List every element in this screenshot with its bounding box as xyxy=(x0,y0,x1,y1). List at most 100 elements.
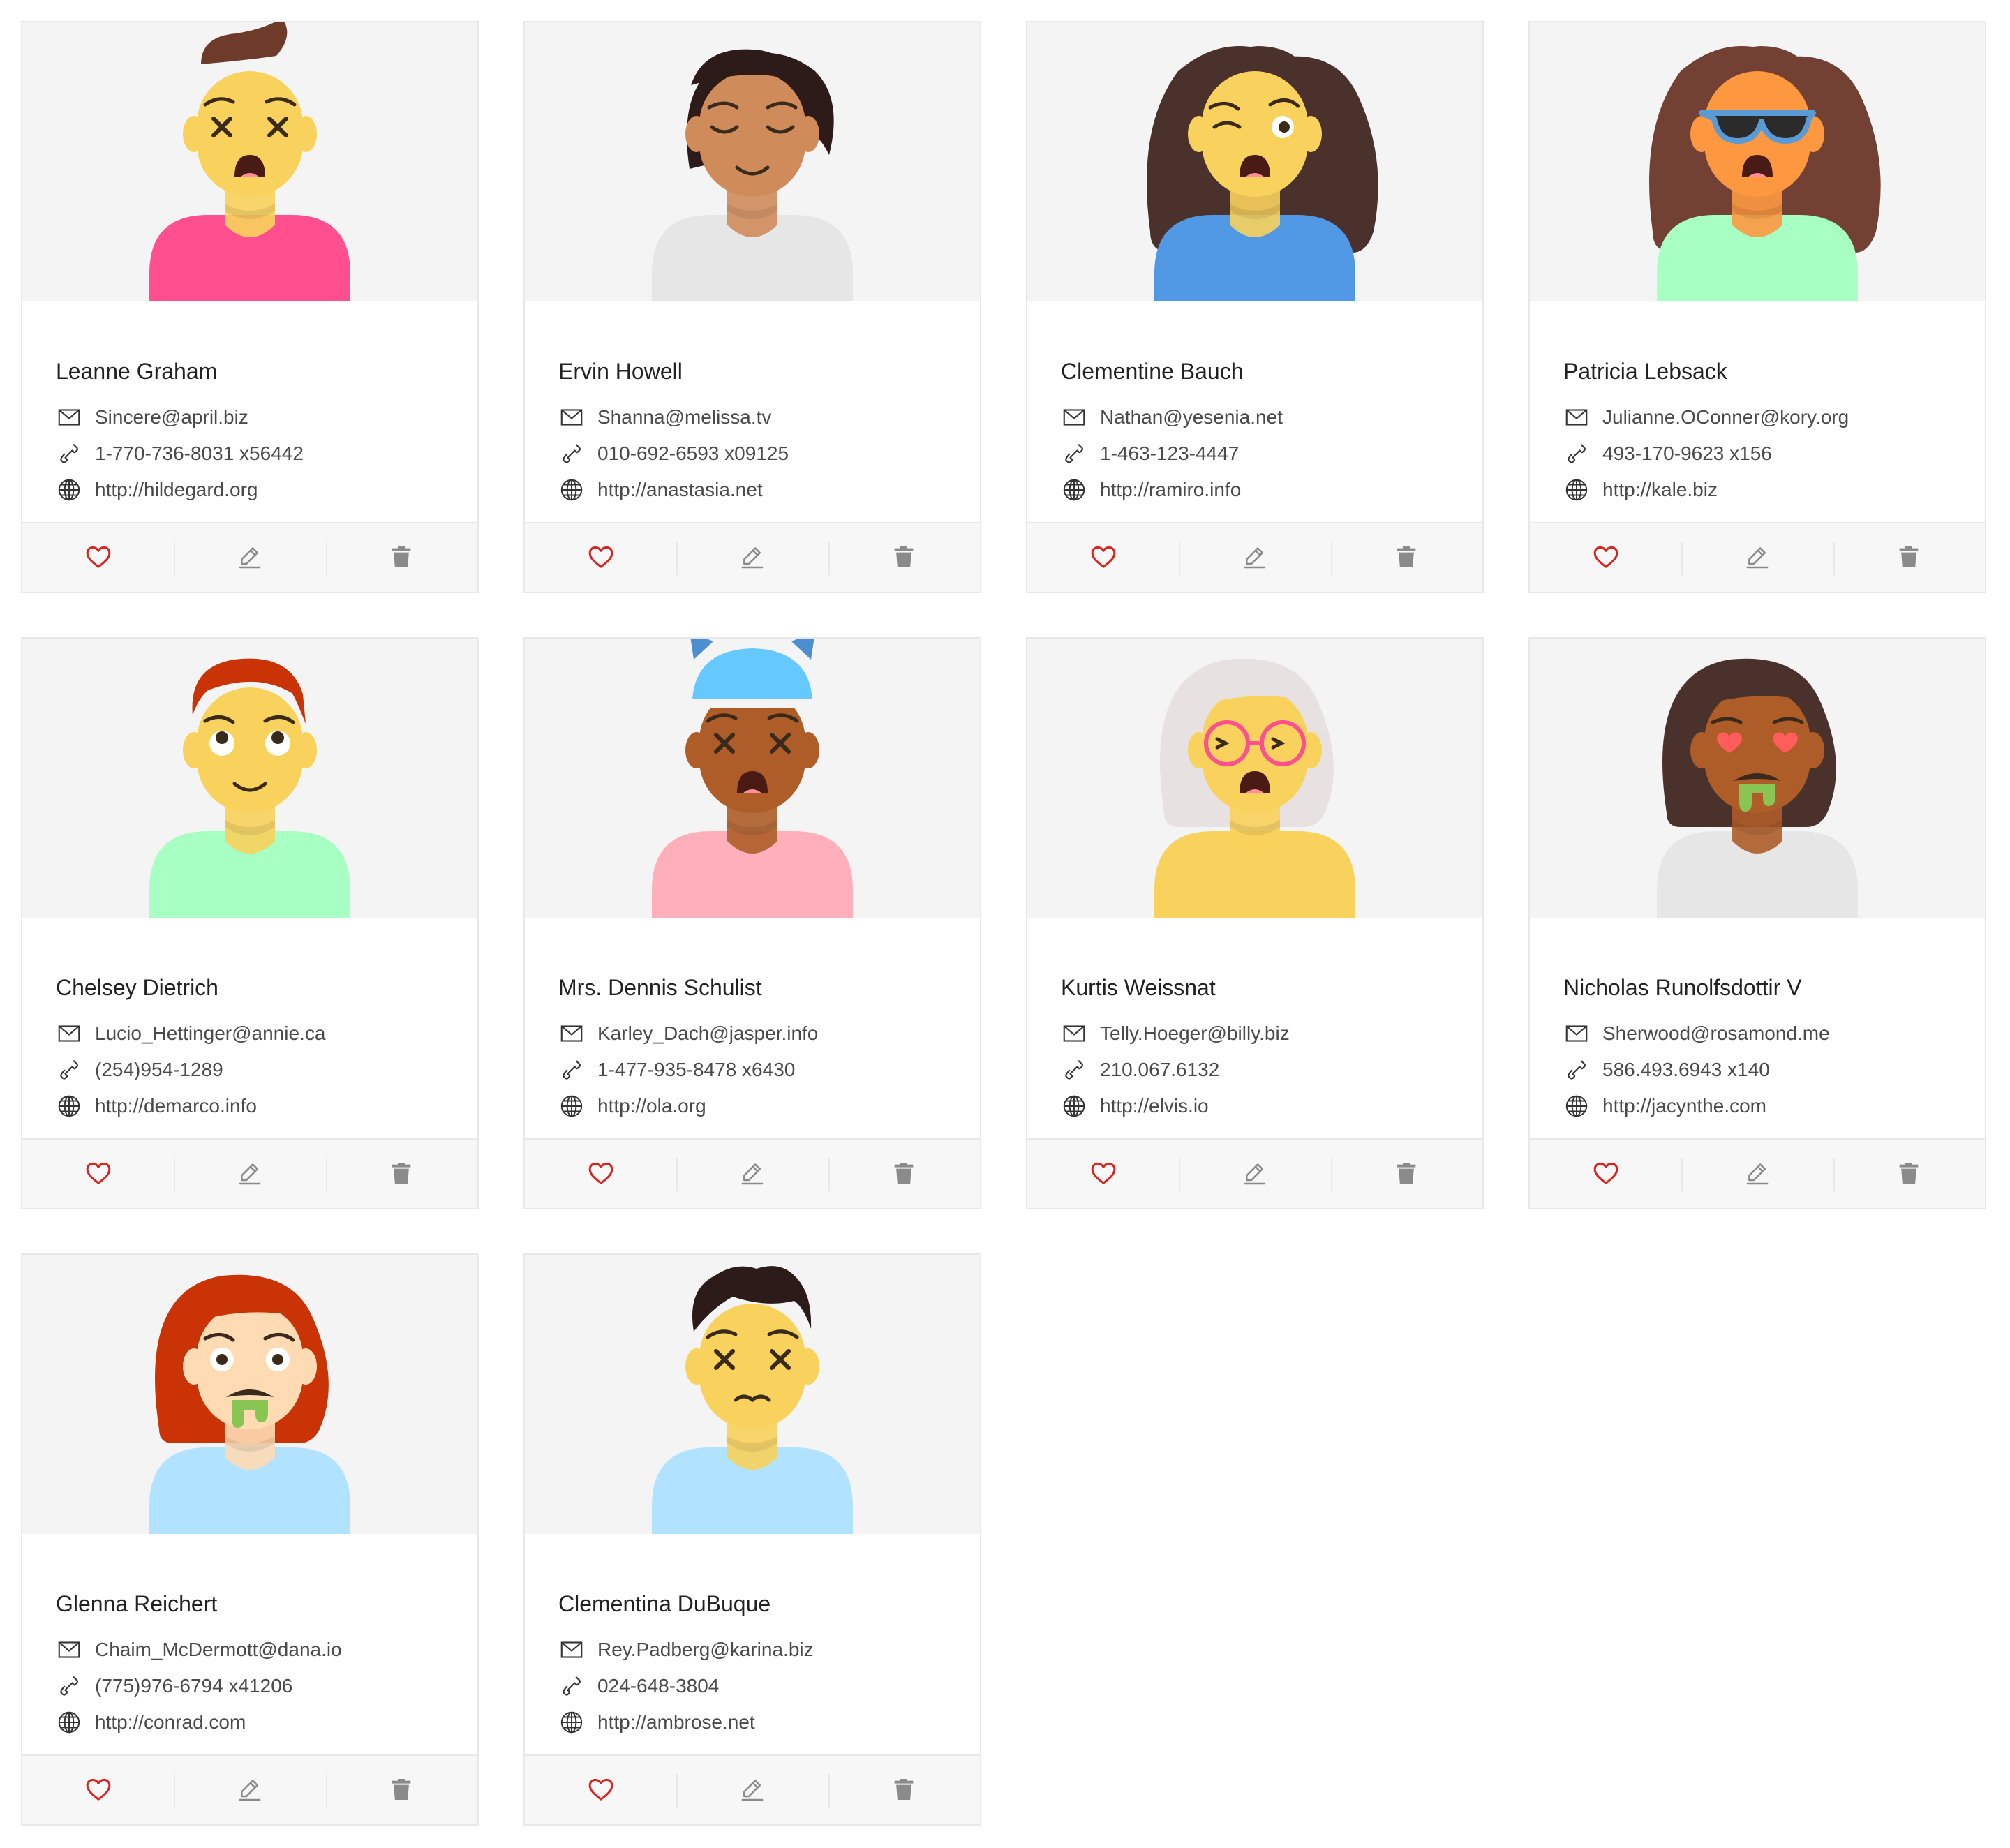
mail-icon xyxy=(56,1637,82,1663)
website-row: http://jacynthe.com xyxy=(1563,1092,1766,1120)
trash-icon xyxy=(890,1159,918,1191)
edit-button[interactable] xyxy=(1681,523,1833,592)
phone-icon xyxy=(1563,440,1590,467)
delete-button[interactable] xyxy=(828,523,980,592)
card-actions xyxy=(22,1138,477,1208)
delete-button[interactable] xyxy=(325,1140,477,1208)
phone-text: 1-770-736-8031 x56442 xyxy=(95,442,304,464)
email-text: Karley_Dach@jasper.info xyxy=(597,1022,819,1044)
phone-icon xyxy=(1061,440,1087,467)
card-actions xyxy=(525,522,980,592)
phone-icon xyxy=(558,1057,585,1083)
email-text: Nathan@yesenia.net xyxy=(1100,406,1283,428)
website-row: http://hildegard.org xyxy=(56,476,258,504)
website-row: http://ramiro.info xyxy=(1061,476,1241,504)
trash-icon xyxy=(1392,543,1420,574)
avatar xyxy=(1027,639,1482,918)
user-name: Clementina DuBuque xyxy=(558,1591,771,1616)
user-card: Ervin Howell Shanna@melissa.tv 010-692-6… xyxy=(523,21,981,593)
like-button[interactable] xyxy=(1530,523,1681,592)
avatar xyxy=(525,639,980,918)
delete-button[interactable] xyxy=(828,1756,980,1824)
phone-text: 1-463-123-4447 xyxy=(1100,442,1240,464)
delete-button[interactable] xyxy=(325,523,477,592)
globe-icon xyxy=(56,1093,82,1119)
delete-button[interactable] xyxy=(1833,523,1985,592)
mail-icon xyxy=(56,1020,82,1047)
delete-button[interactable] xyxy=(325,1756,477,1824)
mail-icon xyxy=(56,404,82,431)
phone-row: 1-463-123-4447 xyxy=(1061,440,1239,468)
user-name: Nicholas Runolfsdottir V xyxy=(1563,975,1802,1000)
trash-icon xyxy=(1895,1159,1923,1191)
website-text: http://ramiro.info xyxy=(1100,479,1242,500)
edit-button[interactable] xyxy=(1179,523,1330,592)
phone-text: 210.067.6132 xyxy=(1100,1059,1220,1080)
card-actions xyxy=(1530,1138,1985,1208)
edit-button[interactable] xyxy=(174,1140,325,1208)
globe-icon xyxy=(558,1709,585,1736)
card-actions xyxy=(1530,522,1985,592)
mail-icon xyxy=(558,404,585,431)
like-button[interactable] xyxy=(525,1756,676,1824)
pencil-icon xyxy=(236,1159,264,1191)
like-button[interactable] xyxy=(22,1140,174,1208)
edit-button[interactable] xyxy=(676,1140,828,1208)
card-actions xyxy=(22,522,477,592)
mail-icon xyxy=(1061,404,1087,431)
globe-icon xyxy=(56,1709,82,1736)
phone-icon xyxy=(558,1673,585,1699)
delete-button[interactable] xyxy=(1330,523,1482,592)
user-name: Mrs. Dennis Schulist xyxy=(558,975,762,1000)
like-button[interactable] xyxy=(1027,1140,1179,1208)
user-name: Leanne Graham xyxy=(56,359,218,384)
mail-icon xyxy=(1563,1020,1590,1047)
like-button[interactable] xyxy=(525,1140,676,1208)
avatar xyxy=(525,22,980,301)
website-text: http://demarco.info xyxy=(95,1095,257,1117)
phone-icon xyxy=(1563,1057,1590,1083)
avatar xyxy=(1027,22,1482,301)
website-text: http://anastasia.net xyxy=(597,479,763,500)
delete-button[interactable] xyxy=(828,1140,980,1208)
phone-icon xyxy=(56,440,82,467)
globe-icon xyxy=(1061,1093,1087,1119)
edit-button[interactable] xyxy=(1179,1140,1330,1208)
phone-row: 1-770-736-8031 x56442 xyxy=(56,440,304,468)
edit-button[interactable] xyxy=(1681,1140,1833,1208)
email-text: Sincere@april.biz xyxy=(95,406,248,428)
pencil-icon xyxy=(236,543,264,574)
user-name: Chelsey Dietrich xyxy=(56,975,218,1000)
email-row: Julianne.OConner@kory.org xyxy=(1563,403,1849,431)
heart-icon xyxy=(1592,1159,1620,1191)
edit-button[interactable] xyxy=(676,1756,828,1824)
user-card: Clementina DuBuque Rey.Padberg@karina.bi… xyxy=(523,1253,981,1826)
like-button[interactable] xyxy=(22,1756,174,1824)
like-button[interactable] xyxy=(22,523,174,592)
phone-row: 024-648-3804 xyxy=(558,1672,719,1700)
globe-icon xyxy=(56,477,82,503)
like-button[interactable] xyxy=(525,523,676,592)
website-row: http://anastasia.net xyxy=(558,476,763,504)
mail-icon xyxy=(1061,1020,1087,1047)
like-button[interactable] xyxy=(1530,1140,1681,1208)
website-row: http://ambrose.net xyxy=(558,1708,755,1736)
website-text: http://jacynthe.com xyxy=(1602,1095,1767,1117)
edit-button[interactable] xyxy=(676,523,828,592)
globe-icon xyxy=(558,477,585,503)
email-text: Chaim_McDermott@dana.io xyxy=(95,1639,342,1660)
website-text: http://ambrose.net xyxy=(597,1711,755,1733)
email-row: Karley_Dach@jasper.info xyxy=(558,1020,818,1048)
phone-icon xyxy=(56,1057,82,1083)
delete-button[interactable] xyxy=(1833,1140,1985,1208)
website-text: http://kale.biz xyxy=(1602,479,1718,500)
phone-row: (254)954-1289 xyxy=(56,1056,223,1084)
edit-button[interactable] xyxy=(174,1756,325,1824)
delete-button[interactable] xyxy=(1330,1140,1482,1208)
phone-text: 1-477-935-8478 x6430 xyxy=(597,1059,796,1080)
like-button[interactable] xyxy=(1027,523,1179,592)
edit-button[interactable] xyxy=(174,523,325,592)
trash-icon xyxy=(1392,1159,1420,1191)
email-row: Sincere@april.biz xyxy=(56,403,248,431)
user-card: Nicholas Runolfsdottir V Sherwood@rosamo… xyxy=(1528,637,1986,1209)
